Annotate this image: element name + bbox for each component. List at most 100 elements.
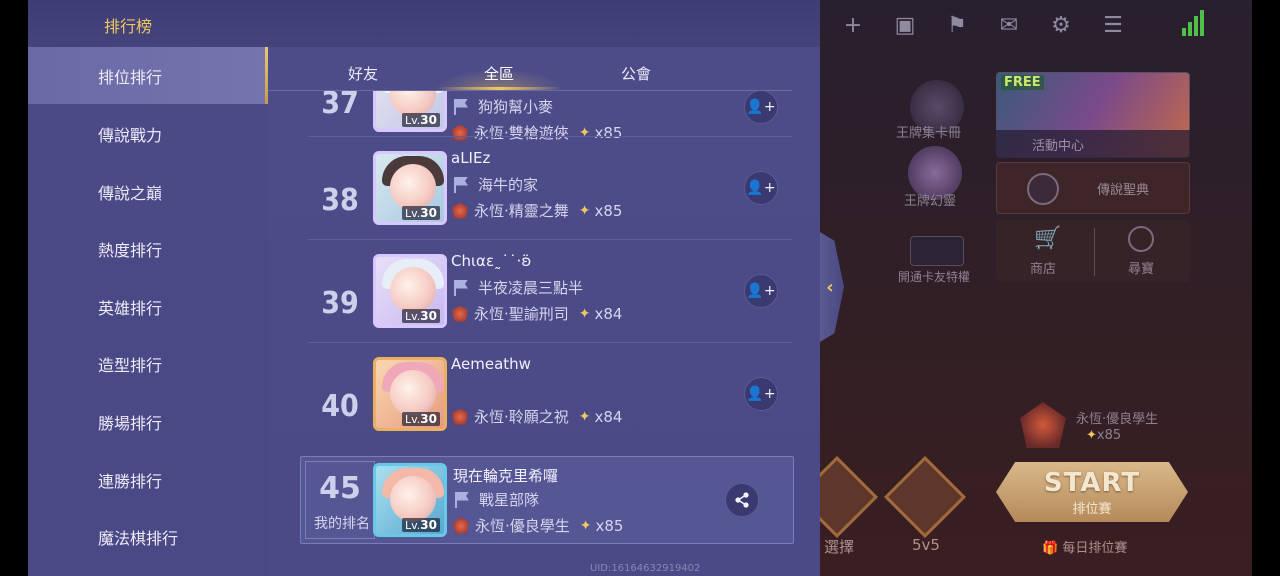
my-guild-info: 戰星部隊	[453, 489, 539, 510]
star-count: x84	[594, 407, 623, 426]
guild-info: 海牛的家	[452, 174, 538, 195]
level-badge: Lv.30	[402, 206, 440, 220]
event-center-bar[interactable]: 活動中心	[996, 130, 1190, 158]
level-badge: Lv.30	[402, 412, 440, 426]
sidebar-item-ranked[interactable]: 排位排行	[28, 47, 268, 104]
sidebar-item-label: 魔法棋排行	[98, 528, 179, 548]
add-friend-button[interactable]: 👤+	[744, 274, 778, 308]
avatar[interactable]: Lv.30	[373, 91, 447, 132]
flag-icon	[452, 176, 470, 194]
gift-icon: 🎁	[1042, 541, 1059, 556]
guild-name: 狗狗幫小麥	[478, 98, 554, 116]
flag-icon	[452, 98, 470, 116]
lobby-top-icons: + ▣ ⚑ ✉ ⚙ ☰	[840, 12, 1126, 38]
my-tier-name: 永恆·優良學生	[475, 517, 570, 535]
my-avatar[interactable]: Lv.30	[373, 463, 447, 537]
tab-friends[interactable]: 好友	[348, 63, 378, 84]
sidebar-item-legend-power[interactable]: 傳說戰力	[28, 105, 268, 162]
shop-label[interactable]: 商店	[1030, 258, 1056, 277]
treasure-label[interactable]: 尋寶	[1128, 258, 1154, 277]
plus-icon[interactable]: +	[840, 12, 866, 38]
share-icon	[735, 492, 749, 508]
flag-icon	[453, 491, 471, 509]
start-button[interactable]: START 排位賽	[996, 462, 1188, 522]
player-name[interactable]: Aemeathw	[451, 355, 531, 373]
star-icon: ✦	[578, 305, 591, 322]
uid-label: UID:1616463291940​2	[590, 563, 701, 574]
card-pass-label: 開通卡友特權	[898, 270, 971, 284]
my-guild-name: 戰星部隊	[479, 491, 540, 509]
game-lobby-background: + ▣ ⚑ ✉ ⚙ ☰ 王牌集卡冊 FREE 活動中心 王牌幻靈 傳說聖典 開通…	[820, 0, 1252, 576]
avatar[interactable]: Lv.30	[373, 151, 447, 225]
sidebar-item-legend-peak[interactable]: 傳說之巔	[28, 163, 268, 220]
level-badge: Lv.30	[402, 309, 440, 323]
ace-spirit-label: 王牌幻靈	[904, 194, 957, 209]
menu-icon[interactable]: ☰	[1100, 12, 1126, 38]
tier-info: 永恆·精靈之舞 ✦ x85	[452, 200, 622, 221]
sidebar-item-label: 連勝排行	[98, 471, 163, 491]
sidebar: 排位排行 傳說戰力 傳說之巔 熱度排行 英雄排行 造型排行 勝場排行 連勝排行 …	[28, 47, 268, 576]
guild-name: 海牛的家	[478, 176, 539, 194]
sidebar-item-label: 排位排行	[98, 67, 163, 87]
legend-book-icon	[1027, 173, 1059, 205]
sidebar-item-wins[interactable]: 勝場排行	[28, 393, 268, 450]
star-icon: ✦	[579, 517, 592, 534]
my-rank-row: 45 我的排名 Lv.30 現在輪克里希囉 戰星部隊 永恆·優良學生 ✦ x85	[300, 456, 794, 544]
sidebar-item-popularity[interactable]: 熱度排行	[28, 220, 268, 277]
player-name[interactable]: aLIEz	[451, 149, 490, 167]
camera-icon[interactable]: ▣	[892, 12, 918, 38]
add-friend-button[interactable]: 👤+	[744, 91, 778, 124]
sidebar-item-skin[interactable]: 造型排行	[28, 335, 268, 392]
star-icon: ✦	[578, 202, 591, 219]
legend-book-tile[interactable]: 傳說聖典	[996, 162, 1190, 214]
start-sub-label: 排位賽	[1072, 501, 1112, 517]
sidebar-item-win-streak[interactable]: 連勝排行	[28, 451, 268, 508]
player-tier-label: 永恆·優良學生	[1076, 412, 1159, 427]
my-player-name[interactable]: 現在輪克里希囉	[453, 465, 558, 486]
daily-ranked-label[interactable]: 🎁 每日排位賽	[1042, 537, 1127, 556]
avatar[interactable]: Lv.30	[373, 254, 447, 328]
treasure-icon[interactable]	[1128, 226, 1154, 252]
cart-icon[interactable]: 🛒	[1034, 226, 1061, 251]
tier-emblem-icon	[452, 202, 468, 219]
share-button[interactable]	[725, 483, 759, 517]
chevron-left-icon: ‹	[826, 276, 834, 298]
avatar[interactable]: Lv.30	[373, 357, 447, 431]
tier-name: 永恆·聆願之祝	[474, 408, 569, 426]
add-friend-icon: 👤+	[746, 99, 776, 115]
player-stars-label: ✦x85	[1086, 428, 1122, 443]
tab-all-server[interactable]: 全區	[484, 63, 514, 84]
shop-divider	[1094, 228, 1095, 276]
add-friend-button[interactable]: 👤+	[744, 171, 778, 205]
level-badge: Lv.30	[402, 518, 440, 532]
card-pass-tile[interactable]	[910, 236, 964, 266]
event-center-label: 活動中心	[1032, 139, 1085, 154]
player-name[interactable]: Chιαɛ˷˙˙·ʚ̈	[451, 252, 531, 270]
shop-area: 🛒 商店 尋寶	[996, 220, 1190, 282]
add-friend-button[interactable]: 👤+	[744, 377, 778, 411]
tab-guild[interactable]: 公會	[621, 63, 651, 84]
start-label: START	[1043, 467, 1141, 498]
tier-name: 永恆·聖諭刑司	[474, 305, 569, 323]
star-count: x85	[594, 201, 623, 220]
add-friend-icon: 👤+	[746, 283, 776, 299]
sidebar-item-magic-chess[interactable]: 魔法棋排行	[28, 508, 268, 565]
right-letterbox	[1252, 0, 1280, 576]
star-count: x84	[594, 304, 623, 323]
table-row: 39 Lv.30 Chιαɛ˷˙˙·ʚ̈ 半夜凌晨三點半 永恆·聖諭刑司 ✦ x…	[268, 240, 792, 343]
table-row: 37 Lv.30 狗狗幫小麥 永恆·雙槍遊俠 ✦ x85 👤+	[268, 91, 792, 142]
add-friend-icon: 👤+	[746, 386, 776, 402]
tab-bar: 好友 全區 公會	[268, 47, 820, 91]
rank-number: 37	[321, 91, 359, 121]
sidebar-item-hero[interactable]: 英雄排行	[28, 278, 268, 335]
mode-select-label: 選擇	[824, 538, 855, 556]
gear-icon[interactable]: ⚙	[1048, 12, 1074, 38]
ranking-list[interactable]: 37 Lv.30 狗狗幫小麥 永恆·雙槍遊俠 ✦ x85 👤+ 38 Lv.30…	[268, 91, 820, 506]
banner-icon[interactable]: ⚑	[944, 12, 970, 38]
mail-icon[interactable]: ✉	[996, 12, 1022, 38]
rank-number: 38	[321, 183, 359, 218]
rank-number: 40	[321, 389, 359, 424]
guild-name: 半夜凌晨三點半	[478, 279, 584, 297]
tier-info: 永恆·聖諭刑司 ✦ x84	[452, 303, 622, 324]
my-rank-label: 我的排名	[314, 516, 370, 532]
